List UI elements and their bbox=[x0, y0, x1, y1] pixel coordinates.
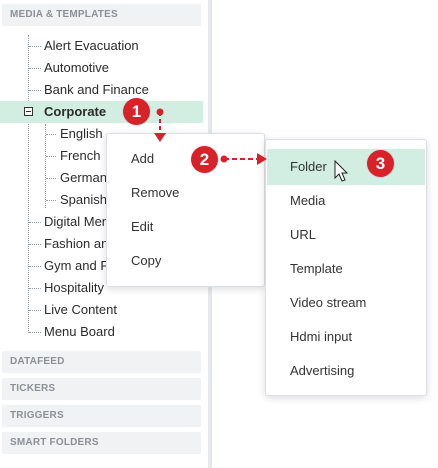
arrow-2-head bbox=[257, 153, 267, 165]
annotation-arrows bbox=[154, 108, 349, 182]
step-badge-3: 3 bbox=[367, 150, 394, 177]
step-badge-1: 1 bbox=[123, 98, 150, 125]
step-badge-2: 2 bbox=[191, 146, 218, 173]
arrow-1-head bbox=[154, 133, 166, 142]
mouse-pointer-icon bbox=[334, 159, 349, 182]
